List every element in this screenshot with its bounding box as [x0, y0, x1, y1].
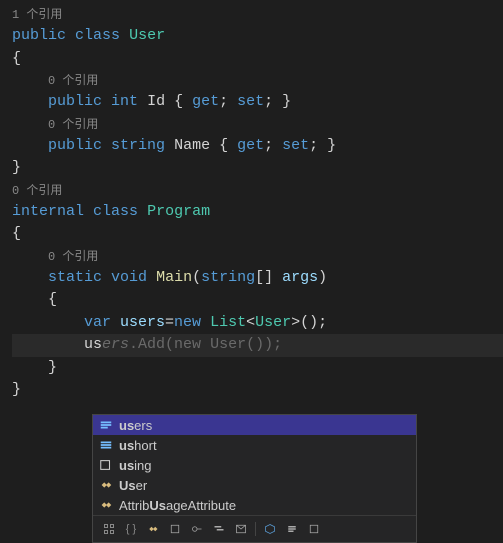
intellisense-item-attributeusageattribute[interactable]: AttribUsageAttribute — [93, 495, 416, 515]
code-line[interactable]: { — [12, 289, 503, 312]
filter-enum-icon[interactable] — [209, 520, 229, 538]
item-label: User — [119, 478, 147, 493]
brace: { — [12, 50, 21, 67]
code-line[interactable]: public class User — [12, 25, 503, 48]
code-line[interactable]: } — [12, 357, 503, 380]
class-icon — [99, 498, 113, 512]
typed-text: us — [84, 336, 102, 353]
item-label: ushort — [119, 438, 157, 453]
filter-method-icon[interactable] — [260, 520, 280, 538]
filter-delegate-icon[interactable] — [231, 520, 251, 538]
filter-local-icon[interactable] — [282, 520, 302, 538]
intellisense-item-user[interactable]: User — [93, 475, 416, 495]
code-line[interactable]: public int Id { get; set; } — [12, 91, 503, 114]
local-variable-icon — [99, 418, 113, 432]
filter-keyword-icon[interactable] — [304, 520, 324, 538]
codelens-ref[interactable]: 0 个引用 — [12, 182, 503, 200]
codelens-ref[interactable]: 1 个引用 — [12, 6, 503, 24]
ghost-suggestion: User()); — [201, 336, 282, 353]
intellisense-item-users[interactable]: users — [93, 415, 416, 435]
item-label: AttribUsageAttribute — [119, 498, 236, 513]
keyword-class: class — [75, 27, 120, 44]
filter-target-icon[interactable] — [99, 520, 119, 538]
filter-struct-icon[interactable] — [165, 520, 185, 538]
code-line[interactable]: } — [12, 157, 503, 180]
separator — [255, 522, 256, 536]
code-editor[interactable]: 1 个引用 public class User { 0 个引用 public i… — [0, 0, 503, 402]
filter-interface-icon[interactable] — [187, 520, 207, 538]
intellisense-popup[interactable]: users ushort using User AttribUsageAttri… — [92, 414, 417, 543]
code-line[interactable]: } — [12, 379, 503, 402]
code-line[interactable]: { — [12, 48, 503, 71]
ghost-suggestion: .Add( — [129, 336, 174, 353]
code-line[interactable]: public string Name { get; set; } — [12, 135, 503, 158]
ghost-suggestion: ers — [102, 336, 129, 353]
keyword-icon — [99, 458, 113, 472]
item-label: users — [119, 418, 152, 433]
intellisense-toolbar: { } — [93, 515, 416, 542]
class-icon — [99, 478, 113, 492]
item-label: using — [119, 458, 152, 473]
codelens-ref[interactable]: 0 个引用 — [12, 248, 503, 266]
ghost-keyword: new — [174, 336, 201, 353]
codelens-ref[interactable]: 0 个引用 — [12, 72, 503, 90]
code-line[interactable]: { — [12, 223, 503, 246]
intellisense-item-ushort[interactable]: ushort — [93, 435, 416, 455]
filter-class-icon[interactable] — [143, 520, 163, 538]
keyword-icon — [99, 438, 113, 452]
code-line[interactable]: internal class Program — [12, 201, 503, 224]
code-line[interactable]: var users=new List<User>(); — [12, 312, 503, 335]
codelens-ref[interactable]: 0 个引用 — [12, 116, 503, 134]
intellisense-item-using[interactable]: using — [93, 455, 416, 475]
keyword-public: public — [12, 27, 66, 44]
code-line[interactable]: static void Main(string[] args) — [12, 267, 503, 290]
type-user: User — [129, 27, 165, 44]
code-line-current[interactable]: users.Add(new User()); — [12, 334, 503, 357]
filter-namespace-icon[interactable]: { } — [121, 520, 141, 538]
